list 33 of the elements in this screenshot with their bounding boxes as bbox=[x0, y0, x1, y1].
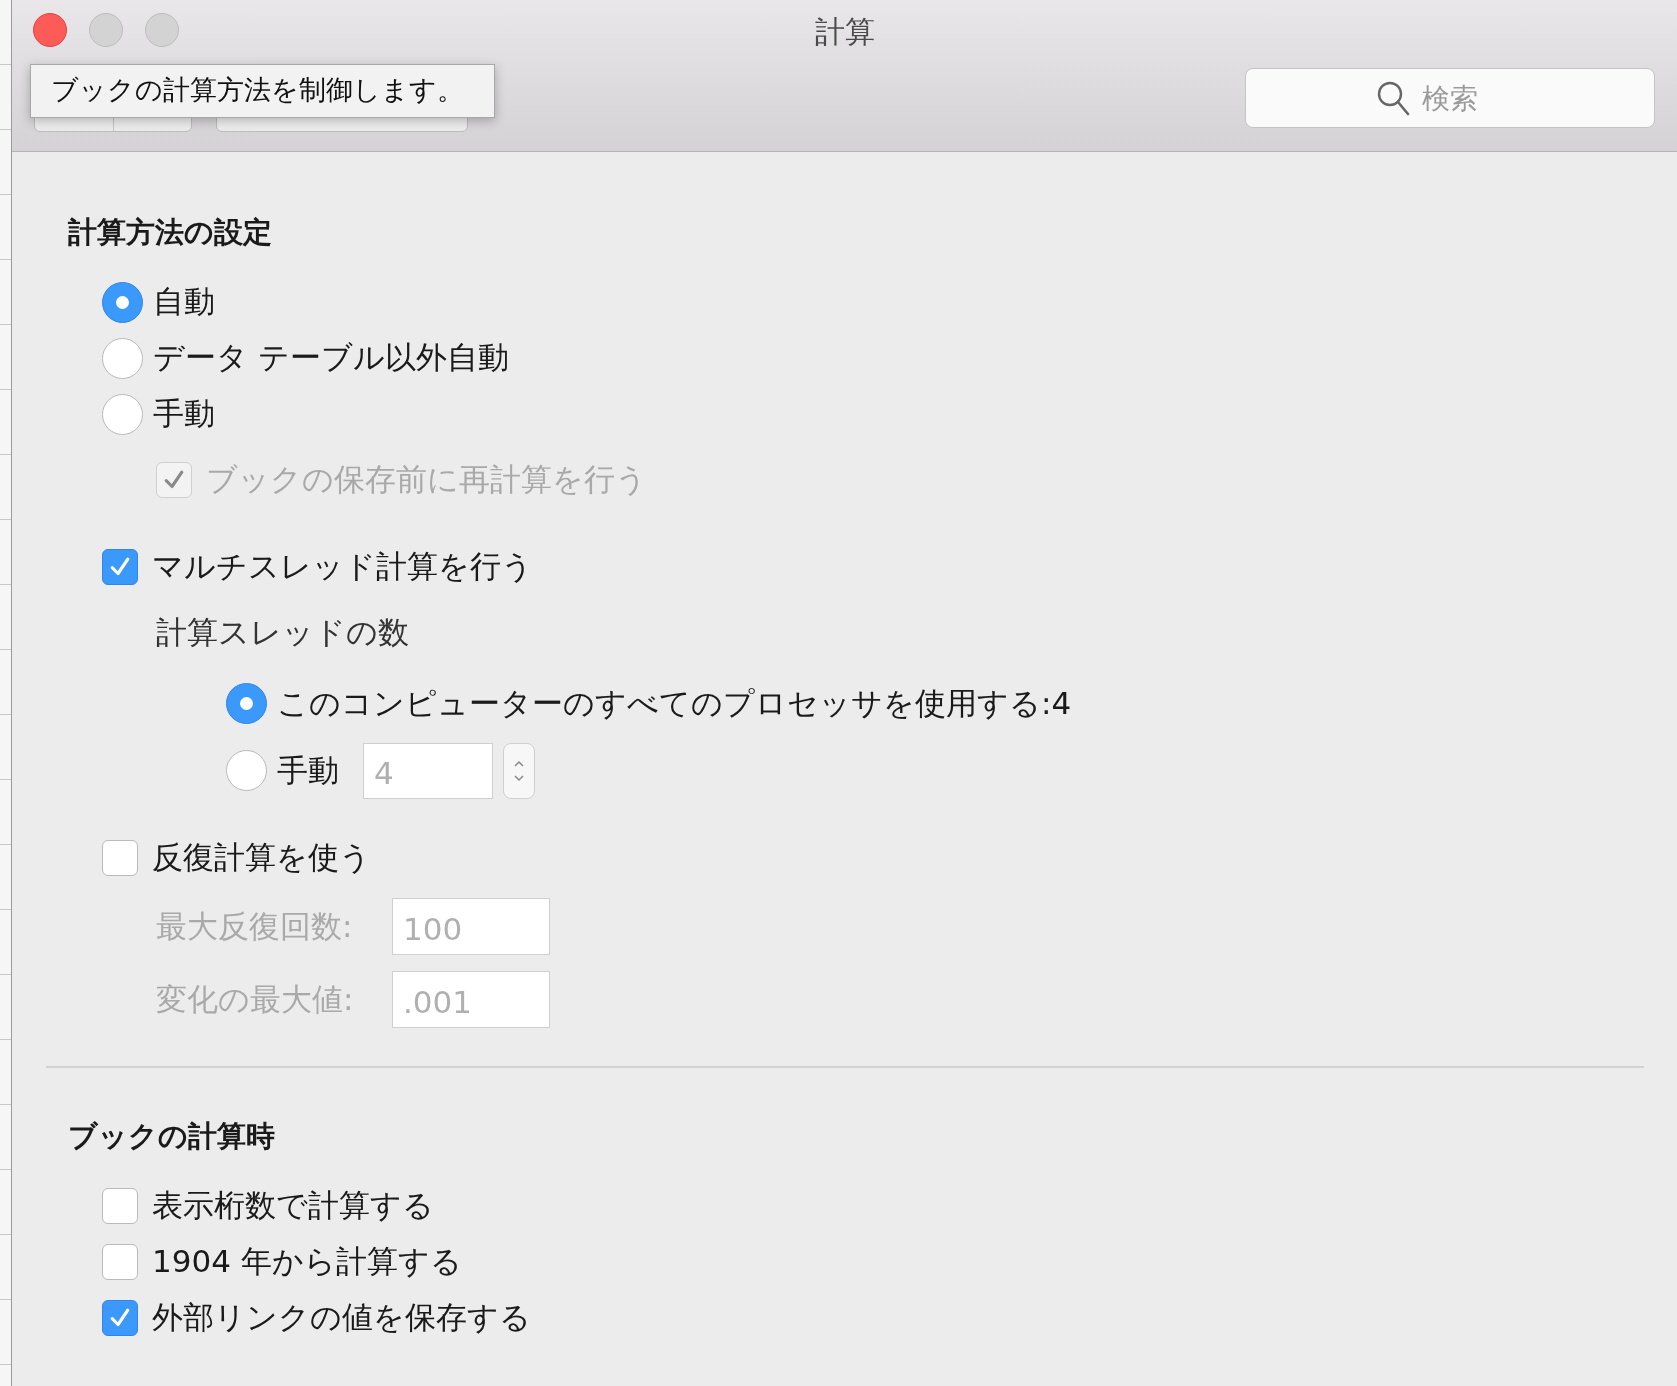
section-heading: ブックの計算時 bbox=[68, 1118, 276, 1155]
search-icon bbox=[1376, 80, 1410, 116]
option-label: 手動 bbox=[153, 394, 215, 433]
minimize-button[interactable] bbox=[89, 13, 123, 47]
option-label: このコンピューターのすべてのプロセッサを使用する:4 bbox=[277, 683, 1072, 723]
search-field[interactable]: 検索 bbox=[1245, 68, 1655, 128]
window-title: 計算 bbox=[813, 13, 876, 51]
option-label: 反復計算を使う bbox=[152, 838, 371, 877]
option-label: ブックの保存前に再計算を行う bbox=[206, 459, 647, 499]
option-label: データ テーブル以外自動 bbox=[153, 338, 509, 377]
radio-button[interactable] bbox=[226, 683, 267, 724]
option-label: 自動 bbox=[153, 282, 215, 321]
field-label: 最大反復回数: bbox=[156, 906, 354, 946]
checkbox[interactable] bbox=[102, 1188, 138, 1224]
stepper[interactable] bbox=[503, 742, 535, 799]
close-button[interactable] bbox=[33, 13, 67, 47]
option-label: 表示桁数で計算する bbox=[152, 1186, 434, 1225]
radio-button[interactable] bbox=[102, 337, 143, 379]
radio-button[interactable] bbox=[102, 281, 143, 323]
section-heading: 計算方法の設定 bbox=[68, 214, 273, 251]
radio-button[interactable] bbox=[102, 393, 143, 435]
checkbox[interactable] bbox=[102, 840, 138, 876]
zoom-button[interactable] bbox=[145, 13, 179, 47]
field-label: 変化の最大値: bbox=[156, 979, 355, 1019]
option-label: 1904 年から計算する bbox=[152, 1242, 462, 1281]
checkbox[interactable] bbox=[102, 1300, 138, 1336]
checkbox[interactable] bbox=[102, 1244, 138, 1280]
tooltip: ブックの計算方法を制御します。 bbox=[30, 64, 495, 118]
option-label: 手動 bbox=[277, 750, 339, 790]
checkbox[interactable] bbox=[102, 549, 138, 585]
option-label: 外部リンクの値を保存する bbox=[152, 1298, 531, 1337]
group-label: 計算スレッドの数 bbox=[156, 612, 409, 652]
option-label: マルチスレッド計算を行う bbox=[152, 547, 533, 586]
